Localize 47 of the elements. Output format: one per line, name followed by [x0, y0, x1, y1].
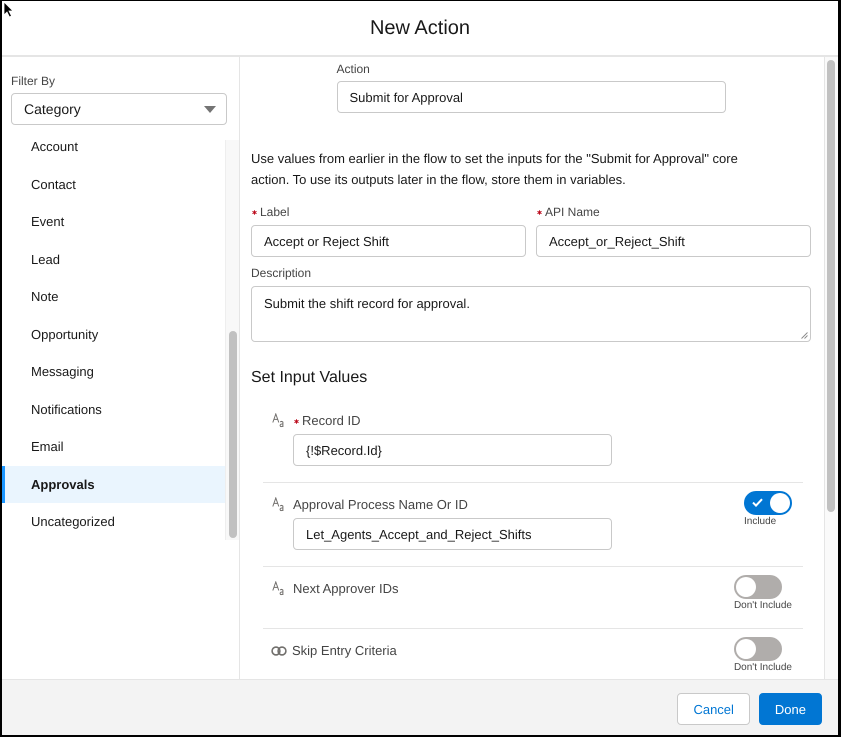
field-label: Description	[251, 265, 312, 281]
resize-handle-icon	[800, 331, 808, 339]
category-item[interactable]: Account	[2, 128, 225, 166]
field-label: API Name	[545, 204, 600, 220]
text-field[interactable]: Accept_or_Reject_Shift	[536, 225, 811, 257]
field-label: Skip Entry Criteria	[292, 643, 397, 659]
category-item[interactable]: Approvals	[2, 466, 225, 503]
value-field[interactable]: {!$Record.Id}	[293, 434, 612, 466]
scrollbar-thumb[interactable]	[827, 60, 835, 512]
category-item[interactable]: Messaging	[2, 353, 225, 390]
caret-down-icon	[204, 106, 216, 112]
primary-button[interactable]: Done	[758, 693, 822, 725]
scrollbar-thumb[interactable]	[229, 331, 237, 538]
secondary-button[interactable]: Cancel	[677, 693, 750, 725]
field-label: Label	[260, 204, 290, 220]
toggle-caption: Don't Include	[734, 600, 792, 612]
include-toggle[interactable]	[734, 575, 782, 599]
category-item[interactable]: Contact	[2, 166, 225, 203]
value-field[interactable]: Let_Agents_Accept_and_Reject_Shifts	[293, 518, 612, 550]
filter-label: Filter By	[11, 73, 56, 89]
dialog-title: New Action	[370, 16, 470, 40]
text-type-icon	[272, 497, 284, 512]
include-toggle[interactable]	[734, 637, 782, 661]
include-toggle[interactable]	[744, 491, 792, 515]
field-label: Approval Process Name Or ID	[293, 497, 468, 513]
field-label: Action	[336, 61, 370, 77]
category-item[interactable]: Opportunity	[2, 316, 225, 353]
text-type-icon	[272, 581, 284, 596]
category-item[interactable]: Lead	[2, 240, 225, 278]
text-type-icon	[272, 413, 284, 428]
category-item[interactable]: Email	[2, 428, 225, 466]
category-item[interactable]: Event	[2, 203, 225, 240]
intro-text: Use values from earlier in the flow to set the inputs for the "Submit for Approval" core action. To use its outputs later in the flow, store them in variables.	[251, 150, 739, 189]
description-field[interactable]: Submit the shift record for approval.	[251, 286, 811, 342]
category-item[interactable]: Notifications	[2, 390, 225, 428]
category-item[interactable]: Note	[2, 278, 225, 316]
toggle-caption: Don't Include	[734, 662, 792, 674]
field-label: Record ID	[302, 413, 361, 429]
section-heading: Set Input Values	[251, 368, 368, 388]
category-item[interactable]: Uncategorized	[2, 503, 225, 540]
checkmark-icon	[752, 498, 763, 507]
toggle-caption: Include	[744, 516, 776, 528]
action-field[interactable]: Submit for Approval	[336, 81, 726, 113]
linked-rings-icon	[271, 646, 287, 656]
category-dropdown[interactable]: Category	[11, 93, 227, 125]
text-field[interactable]: Accept or Reject Shift	[251, 225, 526, 257]
field-label: Next Approver IDs	[293, 581, 398, 597]
